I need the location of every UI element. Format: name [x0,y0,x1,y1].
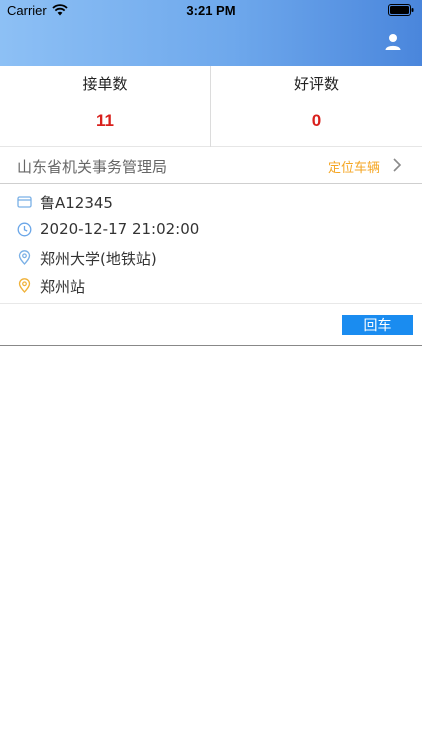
destination-row: 郑州站 [0,272,422,300]
clock-icon [17,222,32,237]
org-name: 山东省机关事务管理局 [17,158,168,176]
plate-number: 鲁A12345 [40,194,113,212]
org-row[interactable]: 山东省机关事务管理局 定位车辆 [0,147,422,184]
orders-value: 11 [96,111,114,130]
origin-row: 郑州大学(地铁站) [0,244,422,272]
destination-location: 郑州站 [40,278,86,296]
locate-vehicle-link[interactable]: 定位车辆 [328,157,380,176]
chevron-right-icon[interactable] [392,158,402,172]
trip-datetime: 2020-12-17 21:02:00 [40,220,200,238]
plate-row: 鲁A12345 [0,188,422,216]
reviews-value: 0 [311,111,322,130]
location-pin-icon [18,250,31,265]
return-vehicle-button[interactable]: 回车 [342,315,413,335]
origin-location: 郑州大学(地铁站) [40,250,157,268]
datetime-row: 2020-12-17 21:02:00 [0,216,422,244]
status-time: 3:21 PM [186,3,236,18]
reviews-stat: 好评数 0 [211,66,422,147]
orders-stat: 接单数 11 [0,66,211,147]
action-row: 回车 [0,304,422,346]
destination-pin-icon [18,278,31,293]
card-icon [17,196,32,208]
status-bar: Carrier 3:21 PM [0,0,422,22]
app-header: Carrier 3:21 PM [0,0,422,66]
orders-label: 接单数 [82,75,128,93]
trip-details: 鲁A12345 2020-12-17 21:02:00 郑州大学(地铁站) 郑州… [0,185,422,304]
reviews-label: 好评数 [293,75,339,93]
user-icon[interactable] [384,33,402,51]
stats-panel: 接单数 11 好评数 0 [0,66,422,147]
battery-icon [388,4,414,16]
